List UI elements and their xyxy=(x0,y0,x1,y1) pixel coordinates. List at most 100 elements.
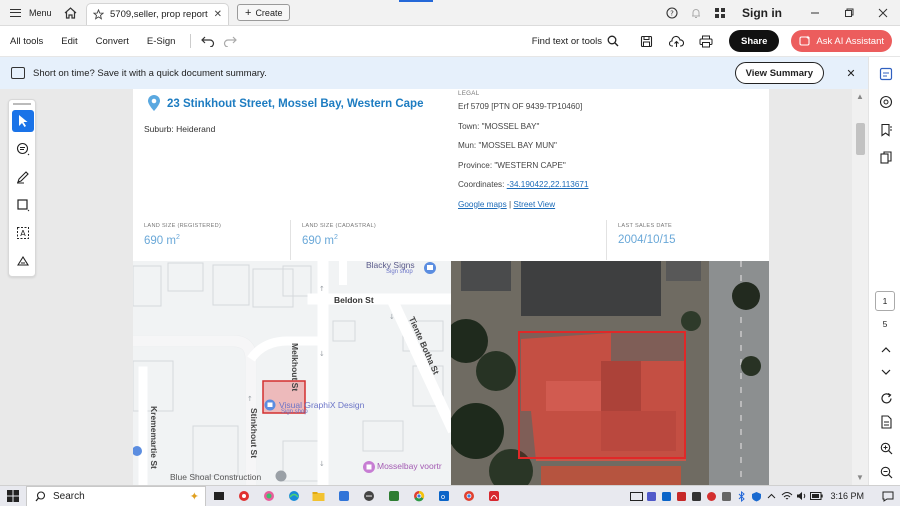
app-chat-icon[interactable] xyxy=(356,486,381,506)
menu-button[interactable]: Menu xyxy=(0,8,58,18)
chevron-up-icon[interactable] xyxy=(764,486,779,506)
save-icon[interactable] xyxy=(633,28,659,54)
next-page-icon[interactable] xyxy=(877,363,895,381)
draw-tool-icon[interactable] xyxy=(12,166,34,188)
comment-tool-icon[interactable] xyxy=(12,138,34,160)
summary-banner: Short on time? Save it with a quick docu… xyxy=(0,57,868,89)
system-clock[interactable]: 3:16 PM xyxy=(830,491,864,501)
chrome-profile-icon[interactable] xyxy=(456,486,481,506)
acrobat-icon[interactable] xyxy=(481,486,506,506)
help-icon[interactable]: ? xyxy=(660,0,684,26)
all-tools-menu[interactable]: All tools xyxy=(0,36,52,47)
map-links-row: Google maps | Street View xyxy=(458,200,589,220)
close-window-icon[interactable] xyxy=(866,0,900,26)
view-summary-button[interactable]: View Summary xyxy=(734,62,824,84)
google-maps-link[interactable]: Google maps xyxy=(458,200,507,209)
app-green-icon[interactable] xyxy=(381,486,406,506)
apps-grid-icon[interactable] xyxy=(708,0,732,26)
esign-menu[interactable]: E-Sign xyxy=(138,36,185,47)
document-properties-icon[interactable] xyxy=(877,413,895,431)
scroll-up-icon[interactable]: ▲ xyxy=(856,92,864,101)
share-button[interactable]: Share xyxy=(729,30,780,52)
app-tray-red2-icon[interactable] xyxy=(704,486,719,506)
app-gallery-icon[interactable] xyxy=(331,486,356,506)
create-button[interactable]: + Create xyxy=(237,4,291,21)
page-total: 5 xyxy=(882,319,888,329)
teams-icon[interactable] xyxy=(644,486,659,506)
scroll-thumb[interactable] xyxy=(856,123,865,155)
location-pin-icon xyxy=(148,95,160,111)
ai-sparkle-icon xyxy=(799,35,811,46)
bookmark-icon[interactable] xyxy=(877,121,895,139)
map-label-krememartie: Krememartie St xyxy=(149,406,159,469)
zoom-out-icon[interactable] xyxy=(877,463,895,481)
map-label-visual-sub: Sign shop xyxy=(281,409,308,415)
document-viewport[interactable]: 23 Stinkhout Street, Mossel Bay, Western… xyxy=(0,89,868,485)
app-tray-dark-icon[interactable] xyxy=(689,486,704,506)
taskbar-search-label: Search xyxy=(53,490,85,502)
coordinates-link[interactable]: -34.190422,22.113671 xyxy=(507,180,589,189)
upload-cloud-icon[interactable] xyxy=(663,28,689,54)
print-icon[interactable] xyxy=(693,28,719,54)
page-number-input[interactable]: 1 xyxy=(875,291,895,311)
select-tool-icon[interactable] xyxy=(12,110,34,132)
coordinates-row: Coordinates: -34.190422,22.113671 xyxy=(458,180,589,200)
app-tray-grey-icon[interactable] xyxy=(719,486,734,506)
svg-text:↓: ↓ xyxy=(319,350,325,358)
app-red-icon[interactable] xyxy=(231,486,256,506)
prev-page-icon[interactable] xyxy=(877,341,895,359)
edit-pdf-icon[interactable] xyxy=(877,65,895,83)
redo-icon[interactable] xyxy=(219,35,241,47)
windows-start-icon[interactable] xyxy=(0,490,26,502)
keyboard-icon[interactable] xyxy=(629,486,644,506)
sign-in-button[interactable]: Sign in xyxy=(742,6,782,20)
chrome-icon[interactable] xyxy=(406,486,431,506)
map-label-blueshoal: Blue Shoal Construction xyxy=(170,472,262,482)
street-view-link[interactable]: Street View xyxy=(513,200,555,209)
vertical-scrollbar[interactable]: ▲ ▼ xyxy=(852,89,868,485)
comment-panel-icon[interactable] xyxy=(877,93,895,111)
wifi-icon[interactable] xyxy=(779,486,794,506)
text-select-tool-icon[interactable]: A xyxy=(12,222,34,244)
scroll-down-icon[interactable]: ▼ xyxy=(856,473,864,482)
tab-close-icon[interactable]: ✕ xyxy=(214,9,222,20)
app-colorful-icon[interactable] xyxy=(256,486,281,506)
stat-heading: LAND SIZE (REGISTERED) xyxy=(144,223,222,229)
refresh-icon[interactable] xyxy=(877,389,895,407)
taskbar-search[interactable]: Search ✦ xyxy=(26,485,206,506)
bluetooth-icon[interactable] xyxy=(734,486,749,506)
undo-icon[interactable] xyxy=(197,35,219,47)
svg-text:?: ? xyxy=(670,9,674,17)
panel-grip[interactable] xyxy=(13,103,31,105)
stat-cadastral: LAND SIZE (CADASTRAL) 690 m2 xyxy=(291,220,607,260)
pages-icon[interactable] xyxy=(877,149,895,167)
task-view-icon[interactable] xyxy=(206,486,231,506)
file-explorer-icon[interactable] xyxy=(306,486,331,506)
bell-icon[interactable] xyxy=(684,0,708,26)
outlook-icon[interactable]: o xyxy=(431,486,456,506)
right-sidebar: 1 5 xyxy=(868,57,900,485)
home-icon[interactable] xyxy=(60,3,80,23)
shape-tool-icon[interactable] xyxy=(12,194,34,216)
outlook-tray-icon[interactable] xyxy=(659,486,674,506)
zoom-in-icon[interactable] xyxy=(877,439,895,457)
app-tray-red-icon[interactable] xyxy=(674,486,689,506)
banner-close-icon[interactable]: ✕ xyxy=(838,67,864,80)
find-tools-button[interactable]: Find text or tools xyxy=(532,35,619,47)
edit-menu[interactable]: Edit xyxy=(52,36,86,47)
edge-icon[interactable] xyxy=(281,486,306,506)
volume-icon[interactable] xyxy=(794,486,809,506)
map-label-beldon: Beldon St xyxy=(334,295,374,305)
ask-ai-button[interactable]: Ask AI Assistant xyxy=(791,30,892,52)
minimize-icon[interactable] xyxy=(798,0,832,26)
restore-icon[interactable] xyxy=(832,0,866,26)
notification-icon[interactable] xyxy=(876,486,900,506)
security-icon[interactable] xyxy=(749,486,764,506)
document-tab[interactable]: 5709,seller, prop report... ✕ xyxy=(86,3,229,25)
convert-menu[interactable]: Convert xyxy=(87,36,138,47)
star-icon[interactable] xyxy=(93,9,104,20)
sparkle-icon: ✦ xyxy=(189,490,199,503)
windows-taskbar: Search ✦ o 3:16 PM xyxy=(0,485,900,506)
battery-icon[interactable] xyxy=(809,486,824,506)
stamp-tool-icon[interactable] xyxy=(12,250,34,272)
